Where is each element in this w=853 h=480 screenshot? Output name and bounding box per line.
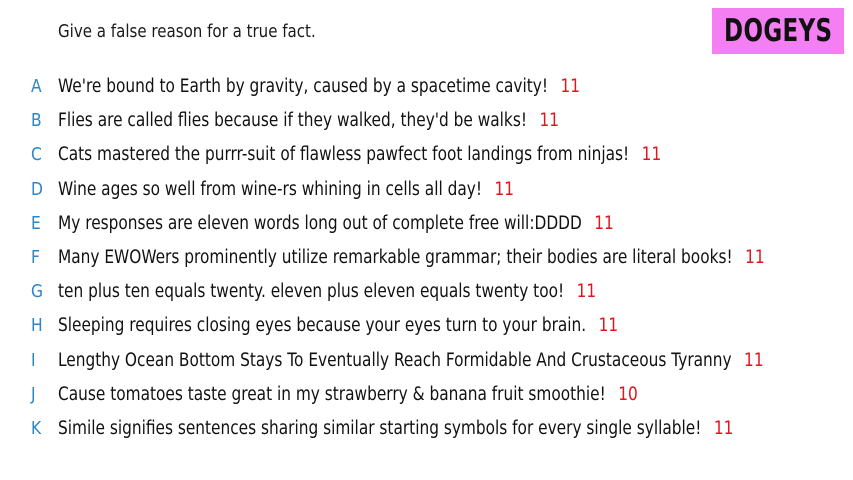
entry-letter: E — [31, 212, 41, 234]
entry-letter: D — [31, 178, 43, 200]
list-item: I Lengthy Ocean Bottom Stays To Eventual… — [0, 344, 853, 378]
entry-text: Many EWOWers prominently utilize remarka… — [58, 246, 733, 268]
entry-letter: H — [31, 315, 43, 337]
entry-text: Cats mastered the purrr-suit of flawless… — [58, 144, 630, 166]
entry-letter: F — [31, 246, 40, 268]
entry-text: Cause tomatoes taste great in my strawbe… — [58, 383, 606, 405]
entry-text: Lengthy Ocean Bottom Stays To Eventually… — [58, 349, 732, 371]
list-item: J Cause tomatoes taste great in my straw… — [0, 378, 853, 412]
logo-badge: DOGEYS — [712, 8, 844, 54]
entry-text: Flies are called flies because if they w… — [58, 110, 527, 132]
entries-list: A We're bound to Earth by gravity, cause… — [0, 70, 853, 446]
entry-text: ten plus ten equals twenty. eleven plus … — [58, 281, 565, 303]
entry-word-count: 11 — [594, 212, 614, 234]
entry-letter: A — [31, 76, 42, 97]
entry-letter: B — [31, 110, 42, 132]
entry-word-count: 11 — [745, 246, 765, 268]
list-item: A We're bound to Earth by gravity, cause… — [0, 70, 853, 104]
list-item: D Wine ages so well from wine-rs whining… — [0, 173, 853, 207]
entry-text: Simile signifies sentences sharing simil… — [58, 417, 702, 439]
entry-text: Wine ages so well from wine-rs whining i… — [58, 178, 483, 200]
prompt-title: Give a false reason for a true fact. — [58, 22, 316, 42]
entry-word-count: 10 — [618, 383, 638, 405]
entry-letter: G — [31, 281, 43, 303]
entry-word-count: 11 — [560, 76, 580, 97]
entry-word-count: 11 — [744, 349, 764, 371]
list-item: E My responses are eleven words long out… — [0, 207, 853, 241]
list-item: C Cats mastered the purrr-suit of flawle… — [0, 138, 853, 172]
list-item: H Sleeping requires closing eyes because… — [0, 309, 853, 343]
entry-word-count: 11 — [576, 281, 597, 303]
entry-word-count: 11 — [598, 315, 619, 337]
entry-text: We're bound to Earth by gravity, caused … — [58, 76, 548, 97]
entry-text: Sleeping requires closing eyes because y… — [58, 315, 587, 337]
list-item: B Flies are called flies because if they… — [0, 104, 853, 138]
entry-word-count: 11 — [641, 144, 662, 166]
entry-word-count: 11 — [494, 178, 515, 200]
entry-letter: K — [31, 417, 42, 439]
entry-letter: J — [31, 383, 36, 405]
list-item: K Simile signifies sentences sharing sim… — [0, 412, 853, 446]
entry-text: My responses are eleven words long out o… — [58, 212, 582, 234]
list-item: G ten plus ten equals twenty. eleven plu… — [0, 275, 853, 309]
logo-text: DOGEYS — [723, 13, 833, 49]
entry-word-count: 11 — [539, 110, 559, 132]
list-item: F Many EWOWers prominently utilize remar… — [0, 241, 853, 275]
entry-letter: C — [31, 144, 42, 166]
entry-word-count: 11 — [713, 417, 734, 439]
entry-letter: I — [31, 349, 36, 371]
